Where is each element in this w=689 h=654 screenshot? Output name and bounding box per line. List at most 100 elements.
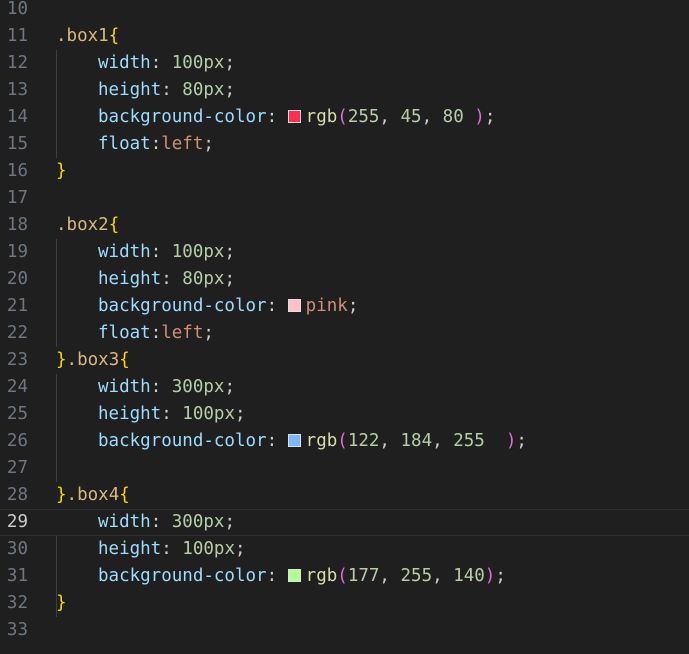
code-token-punc: :	[161, 80, 183, 100]
code-token-fn: rgb	[305, 107, 338, 127]
line-code[interactable]: width: 100px;	[56, 50, 235, 77]
line-code[interactable]: background-color: pink;	[56, 293, 358, 320]
indent-guide	[56, 239, 57, 347]
line-code[interactable]: background-color: rgb(122, 184, 255 );	[56, 428, 527, 455]
code-token-num: 140	[453, 566, 485, 586]
code-line[interactable]: 21 background-color: pink;	[0, 293, 689, 320]
code-token-prop: background-color	[98, 566, 267, 586]
code-token-punc: ;	[347, 296, 359, 316]
code-token-paren: (	[337, 431, 348, 451]
code-token-paren: )	[474, 107, 485, 127]
line-code[interactable]: height: 100px;	[56, 401, 246, 428]
line-code[interactable]: width: 300px;	[56, 374, 235, 401]
code-token-num: 177	[347, 566, 380, 586]
code-token-punc: :	[150, 53, 172, 73]
code-line[interactable]: 12 width: 100px;	[0, 50, 689, 77]
code-line[interactable]: 27	[0, 455, 689, 482]
color-swatch-icon[interactable]	[287, 299, 301, 312]
code-token-num: 100px	[182, 539, 235, 559]
code-line[interactable]: 17	[0, 185, 689, 212]
code-line[interactable]: 33	[0, 617, 689, 644]
code-token-punc: :	[266, 566, 288, 586]
code-line[interactable]: 14 background-color: rgb(255, 45, 80 );	[0, 104, 689, 131]
color-swatch-icon[interactable]	[287, 110, 301, 123]
code-token-punc: ,	[421, 107, 443, 127]
code-line[interactable]: 18 .box2{	[0, 212, 689, 239]
code-token-sel: .box2	[56, 215, 109, 235]
line-code[interactable]: width: 100px;	[56, 239, 235, 266]
code-token-brace: {	[108, 215, 120, 235]
code-line[interactable]: 30 height: 100px;	[0, 536, 689, 563]
code-line[interactable]: 29 width: 300px;	[0, 509, 689, 536]
code-token-punc: :	[266, 431, 288, 451]
line-code[interactable]: }.box3{	[56, 347, 130, 374]
line-number: 11	[6, 26, 28, 46]
code-token-prop: float	[98, 323, 151, 343]
code-token-punc: :	[266, 107, 288, 127]
line-code[interactable]: height: 80px;	[56, 77, 235, 104]
line-number: 18	[6, 215, 28, 235]
code-token-paren: )	[505, 431, 517, 451]
line-code[interactable]: height: 80px;	[56, 266, 235, 293]
line-number: 26	[6, 431, 28, 451]
line-code[interactable]: float:left;	[56, 320, 214, 347]
line-number: 17	[6, 188, 28, 208]
indent-guide	[56, 374, 57, 482]
code-token-punc: ,	[379, 566, 401, 586]
line-code[interactable]: height: 100px;	[56, 536, 246, 563]
code-token-punc: :	[266, 296, 288, 316]
line-code[interactable]: .box2{	[56, 212, 119, 239]
code-token-fn: rgb	[305, 431, 338, 451]
line-code[interactable]: background-color: rgb(177, 255, 140);	[56, 563, 506, 590]
code-line[interactable]: 13 height: 80px;	[0, 77, 689, 104]
code-line[interactable]: 24 width: 300px;	[0, 374, 689, 401]
code-token-num: 184	[400, 431, 433, 451]
code-token-sel: .box4	[66, 485, 120, 505]
code-token-prop: width	[98, 512, 151, 532]
code-line[interactable]: 16}	[0, 158, 689, 185]
color-swatch-icon[interactable]	[287, 434, 301, 447]
code-token-brace: {	[108, 26, 120, 46]
code-token-punc	[485, 431, 506, 451]
code-line[interactable]: 20 height: 80px;	[0, 266, 689, 293]
code-line[interactable]: 22 float:left;	[0, 320, 689, 347]
line-code[interactable]: }	[56, 590, 67, 617]
line-code[interactable]: width: 300px;	[56, 510, 235, 535]
code-line[interactable]: 15 float:left;	[0, 131, 689, 158]
code-line[interactable]: 31 background-color: rgb(177, 255, 140);	[0, 563, 689, 590]
line-number: 16	[6, 161, 28, 181]
code-line[interactable]: 32}	[0, 590, 689, 617]
code-token-punc: ,	[432, 431, 454, 451]
code-editor[interactable]: 10 11 .box1{12 width: 100px; 13 height: 80px;…	[0, 0, 689, 654]
code-line[interactable]: 19 width: 100px;	[0, 239, 689, 266]
line-code[interactable]: }.box4{	[56, 482, 130, 509]
code-token-brace: }	[56, 593, 67, 613]
code-line[interactable]: 11 .box1{	[0, 23, 689, 50]
code-line[interactable]: 25 height: 100px;	[0, 401, 689, 428]
code-token-punc: ,	[379, 107, 401, 127]
code-token-punc: :	[150, 134, 162, 154]
code-token-prop: height	[98, 539, 162, 559]
line-code[interactable]: }	[56, 158, 67, 185]
code-line[interactable]: 28}.box4{	[0, 482, 689, 509]
code-token-num: 100px	[171, 53, 225, 73]
code-token-punc: ;	[234, 539, 246, 559]
code-token-prop: background-color	[98, 431, 267, 451]
code-token-punc: ;	[224, 512, 235, 532]
code-token-punc: ,	[432, 566, 454, 586]
color-swatch-icon[interactable]	[287, 569, 301, 582]
code-token-punc: ;	[203, 134, 214, 154]
code-token-punc: ;	[224, 53, 235, 73]
code-line[interactable]: 10	[0, 0, 689, 23]
line-code[interactable]: background-color: rgb(255, 45, 80 );	[56, 104, 495, 131]
code-token-paren: (	[337, 566, 348, 586]
code-token-paren: (	[337, 107, 348, 127]
code-line[interactable]: 23}.box3{	[0, 347, 689, 374]
code-token-sel: .box1	[56, 26, 109, 46]
line-code[interactable]: float:left;	[56, 131, 214, 158]
code-token-num: 300px	[171, 512, 225, 532]
code-line[interactable]: 26 background-color: rgb(122, 184, 255 );	[0, 428, 689, 455]
line-code[interactable]: .box1{	[56, 23, 119, 50]
line-number: 32	[6, 593, 28, 613]
code-token-brace: {	[119, 485, 130, 505]
